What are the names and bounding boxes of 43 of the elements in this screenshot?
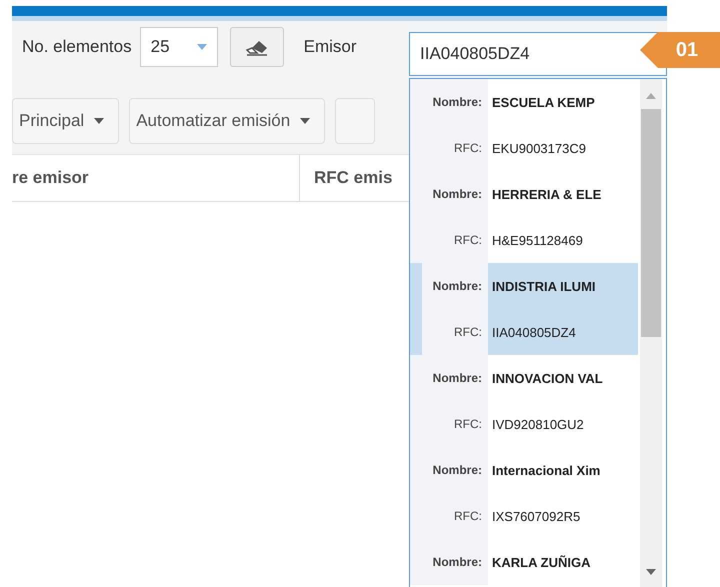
issuer-input[interactable]: IIA040805DZ4	[409, 32, 667, 76]
column-header: RFC emis	[313, 167, 394, 189]
issuer-rfc: IIA040805DZ4	[488, 309, 638, 355]
dropdown-menu-button[interactable]: Automatizar emisión	[129, 98, 326, 144]
caret-icon	[94, 118, 104, 124]
name-label: Nombre:	[432, 186, 483, 203]
dropdown-option[interactable]: Nombre: KARLA ZUÑIGA	[410, 539, 638, 585]
dropdown-menu-button[interactable]: Principal	[12, 98, 120, 144]
dropdown-option[interactable]: Nombre: INDISTRIA ILUMI RFC: IIA040805DZ4	[410, 263, 638, 355]
issuer-rfc: IVD920810GU2	[488, 401, 638, 447]
issuer-name: INNOVACION VAL	[488, 355, 638, 401]
issuer-name: ESCUELA KEMP	[488, 79, 638, 125]
eraser-button[interactable]	[230, 27, 284, 67]
eraser-icon	[244, 38, 270, 56]
issuer-name: KARLA ZUÑIGA	[488, 539, 638, 585]
toolbar-button[interactable]	[335, 98, 376, 144]
rfc-label: RFC:	[453, 140, 483, 157]
scrollbar[interactable]	[640, 79, 662, 587]
caret-icon	[300, 118, 310, 124]
name-label: Nombre:	[432, 554, 483, 571]
rfc-label: RFC:	[453, 232, 483, 249]
rfc-label: RFC:	[453, 508, 483, 525]
dropdown-option[interactable]: Nombre: ESCUELA KEMP RFC: EKU9003173C9	[410, 79, 638, 171]
name-label: Nombre:	[432, 94, 483, 111]
page-size-select[interactable]: 25	[140, 27, 218, 67]
rfc-label: RFC:	[453, 416, 483, 433]
page-size-label: No. elementos	[22, 37, 132, 57]
column-header: re emisor	[12, 155, 300, 201]
rfc-label: RFC:	[453, 324, 483, 341]
issuer-label: Emisor	[304, 37, 357, 57]
issuer-rfc: H&E951128469	[488, 217, 638, 263]
name-label: Nombre:	[432, 370, 483, 387]
caret-icon	[196, 44, 207, 50]
dropdown-option[interactable]: Nombre: Internacional Xim RFC: IXS7607092R5	[410, 447, 638, 539]
issuer-rfc: EKU9003173C9	[488, 125, 638, 171]
issuer-rfc: IXS7607092R5	[488, 493, 638, 539]
name-label: Nombre:	[432, 278, 483, 295]
issuer-name: Internacional Xim	[488, 447, 638, 493]
dropdown-option[interactable]: Nombre: INNOVACION VAL RFC: IVD920810GU2	[410, 355, 638, 447]
issuer-name: INDISTRIA ILUMI	[488, 263, 638, 309]
issuer-name: HERRERIA & ELE	[488, 171, 638, 217]
dropdown-option[interactable]: Nombre: HERRERIA & ELE RFC: H&E951128469	[410, 171, 638, 263]
name-label: Nombre:	[432, 462, 483, 479]
